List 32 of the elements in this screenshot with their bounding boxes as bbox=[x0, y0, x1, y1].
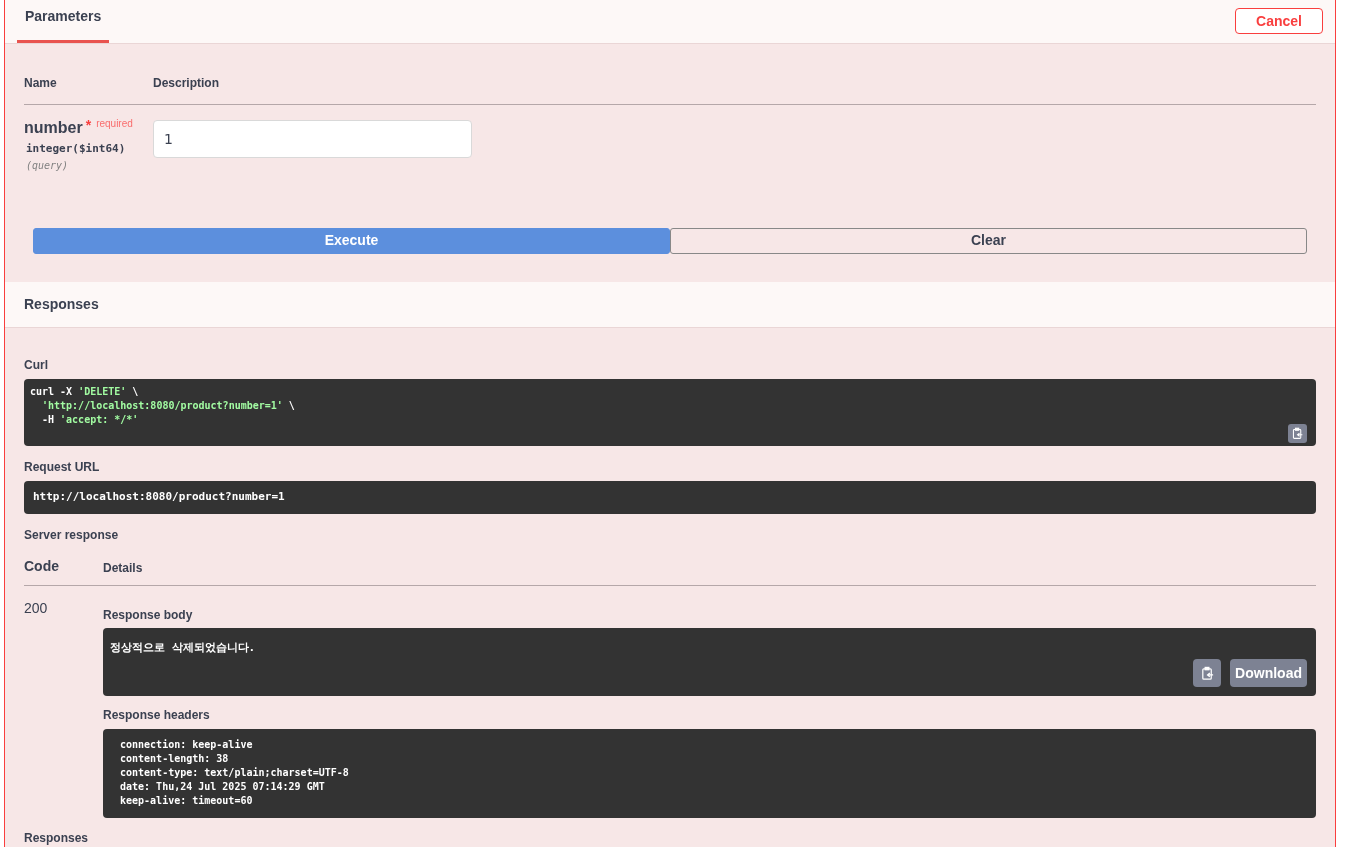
clear-button[interactable]: Clear bbox=[670, 227, 1307, 254]
column-header: Code bbox=[24, 557, 60, 576]
cancel-button[interactable]: Cancel bbox=[1235, 8, 1323, 35]
column-header: Description bbox=[153, 75, 219, 93]
server-response-label: Server response bbox=[24, 527, 120, 544]
copy-button[interactable] bbox=[1193, 659, 1222, 687]
responses-label: Responses bbox=[24, 830, 90, 847]
copy-icon[interactable] bbox=[1199, 665, 1215, 681]
section-title: Responses bbox=[24, 294, 99, 314]
column-header: Details bbox=[103, 560, 143, 577]
response-header: content-type: text/plain;charset=UTF-8 bbox=[120, 766, 350, 780]
parameter-input[interactable]: 1 bbox=[153, 120, 472, 159]
parameter-location: (query) bbox=[26, 158, 70, 173]
tab[interactable]: Parameters bbox=[17, 6, 110, 44]
curl-command: curl -X 'DELETE' \ 'http://localhost:8080/product?number=1' \ -H 'accept: */*' bbox=[30, 385, 296, 427]
response-header: date: Thu,24 Jul 2025 07:14:29 GMT bbox=[120, 780, 326, 794]
parameter-name: number bbox=[24, 118, 83, 139]
request-url-label: Request URL bbox=[24, 459, 101, 476]
response-header: keep-alive: timeout=60 bbox=[120, 794, 254, 808]
response-body: 정상적으로 삭제되었습니다. bbox=[110, 641, 256, 654]
response-body-label: Response body bbox=[103, 607, 194, 624]
curl-label: Curl bbox=[24, 357, 49, 374]
response-code: 200 bbox=[24, 599, 49, 618]
parameter-type: integer($int64) bbox=[26, 141, 127, 158]
download-button[interactable]: Download bbox=[1230, 659, 1307, 687]
required-label: required bbox=[96, 118, 133, 131]
response-headers-label: Response headers bbox=[103, 707, 211, 724]
response-header: connection: keep-alive bbox=[120, 738, 254, 752]
required-mark: * bbox=[85, 118, 92, 133]
response-header: content-length: 38 bbox=[120, 752, 230, 766]
request-url: http://localhost:8080/product?number=1 bbox=[33, 489, 285, 506]
column-header: Name bbox=[24, 75, 58, 93]
